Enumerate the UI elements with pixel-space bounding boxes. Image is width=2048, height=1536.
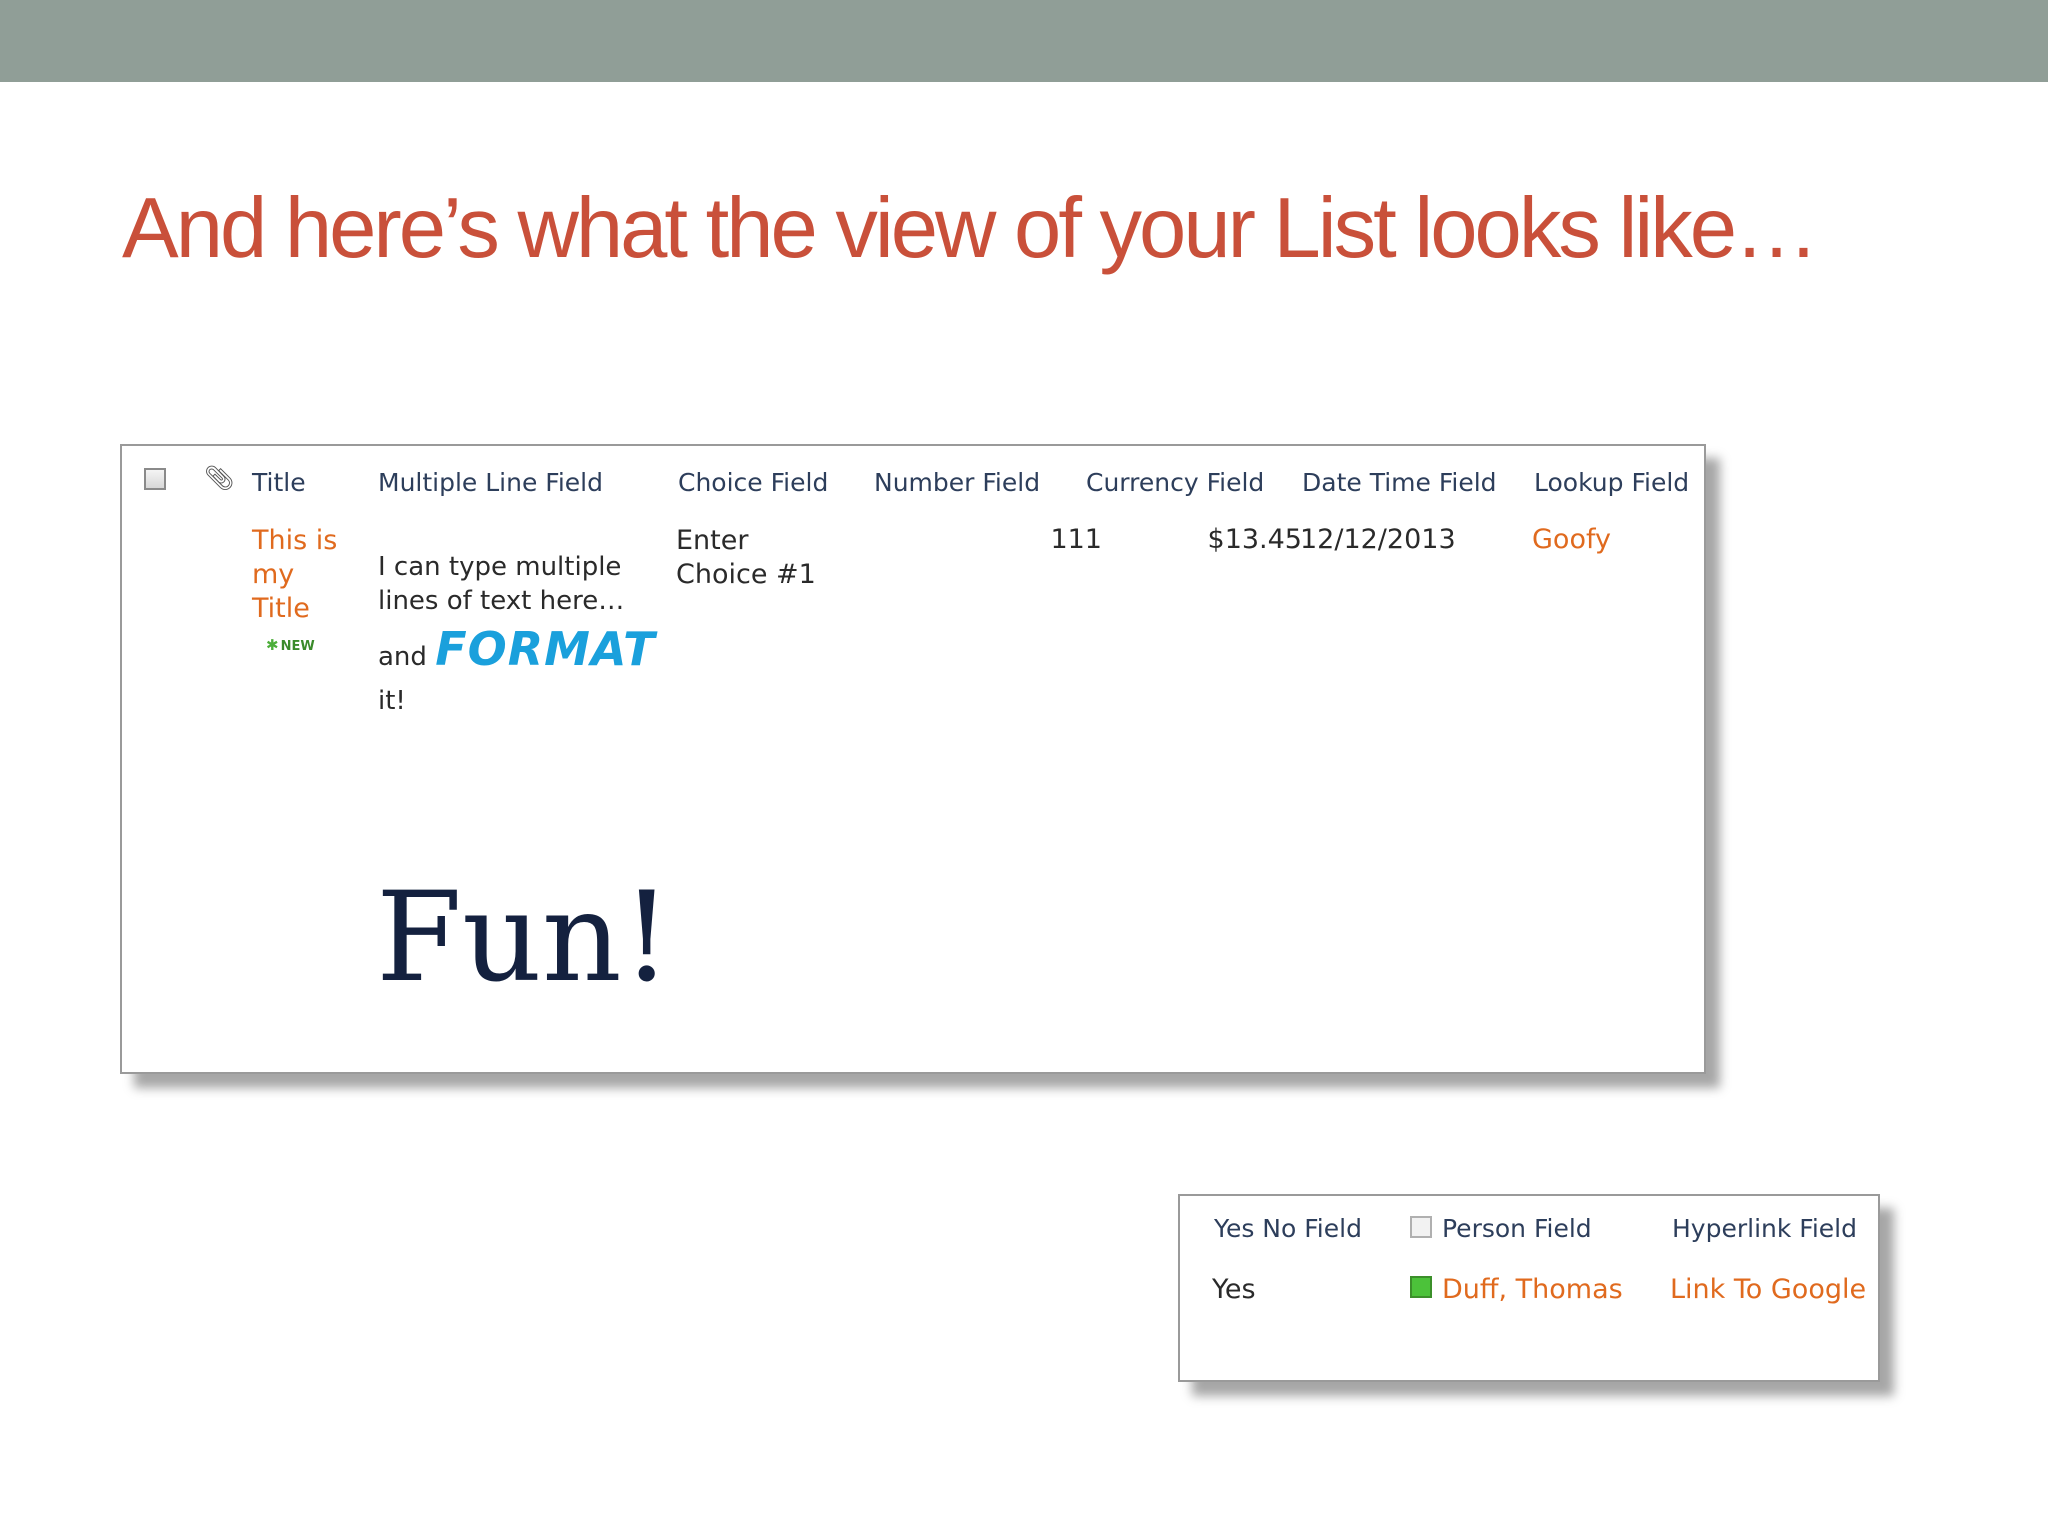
- lookup-link[interactable]: Goofy: [1532, 524, 1611, 555]
- new-badge: ✱ NEW: [266, 636, 315, 654]
- column-header-multiple-line[interactable]: Multiple Line Field: [378, 468, 603, 497]
- new-badge-label: NEW: [280, 639, 315, 654]
- column-header-number[interactable]: Number Field: [874, 468, 1040, 497]
- extra-columns-screenshot: Yes No Field Person Field Hyperlink Fiel…: [1178, 1194, 1880, 1382]
- multiline-and: and: [378, 642, 427, 672]
- multiline-it: it!: [378, 686, 406, 716]
- select-all-checkbox-icon[interactable]: [144, 468, 166, 490]
- multiline-line-1: I can type multiple: [378, 552, 622, 582]
- person-link[interactable]: Duff, Thomas: [1442, 1274, 1623, 1305]
- top-bar: [0, 0, 2048, 82]
- column-header-title[interactable]: Title: [252, 468, 306, 497]
- multiline-fun: Fun!: [376, 866, 672, 1010]
- presence-placeholder-icon: [1410, 1216, 1432, 1238]
- multiline-format: FORMAT: [435, 622, 656, 676]
- column-header-currency[interactable]: Currency Field: [1086, 468, 1264, 497]
- column-header-choice[interactable]: Choice Field: [678, 468, 828, 497]
- multiline-line-2: lines of text here…: [378, 586, 625, 616]
- list-view-screenshot: 📎︎ Title Multiple Line Field Choice Fiel…: [120, 444, 1706, 1074]
- hyperlink-link[interactable]: Link To Google: [1670, 1274, 1866, 1305]
- item-title-link[interactable]: This is my Title: [252, 524, 342, 626]
- column-header-yes-no[interactable]: Yes No Field: [1214, 1214, 1362, 1243]
- multiline-line-3: and FORMAT: [378, 622, 656, 676]
- new-star-icon: ✱: [266, 636, 279, 654]
- presence-icon: [1410, 1276, 1432, 1298]
- column-header-person[interactable]: Person Field: [1442, 1214, 1592, 1243]
- column-header-lookup[interactable]: Lookup Field: [1534, 468, 1689, 497]
- choice-value: Enter Choice #1: [676, 525, 816, 590]
- currency-value: $13.45: [1207, 524, 1302, 555]
- datetime-value: 12/12/2013: [1300, 524, 1456, 555]
- slide-title: And here’s what the view of your List lo…: [122, 181, 1819, 276]
- column-header-hyperlink[interactable]: Hyperlink Field: [1672, 1214, 1857, 1243]
- paperclip-icon: 📎︎: [204, 464, 235, 492]
- column-header-datetime[interactable]: Date Time Field: [1302, 468, 1497, 497]
- yes-no-value: Yes: [1212, 1274, 1256, 1305]
- number-value: 111: [1050, 524, 1102, 555]
